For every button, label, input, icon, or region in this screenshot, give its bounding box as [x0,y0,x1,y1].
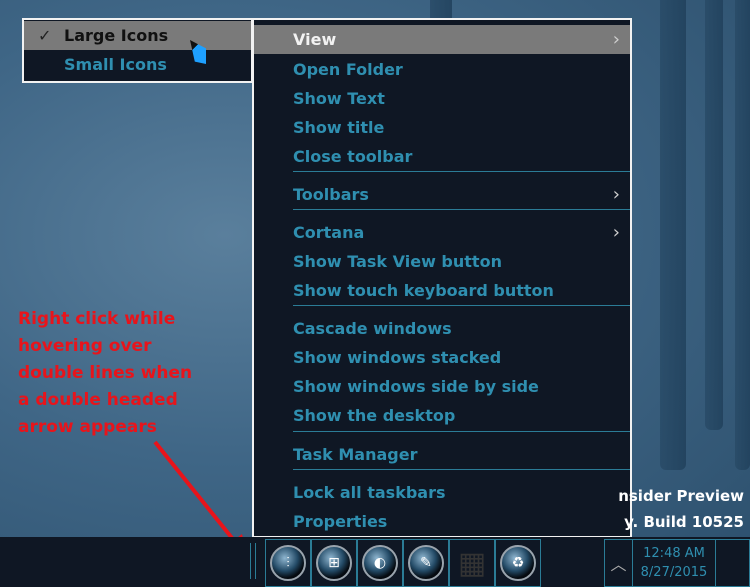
firefox-icon: ◐ [362,545,398,581]
edit-icon: ✎ [408,545,444,581]
show-hidden-icons-button[interactable]: ︿ [604,539,633,587]
taskbar-button-equalizer[interactable]: ⫶ [265,539,311,587]
blocks-icon: ▦ [457,545,487,581]
toolbar-resize-handle[interactable] [250,543,256,579]
equalizer-icon: ⫶ [270,545,306,581]
clock-time: 12:48 AM [643,546,705,561]
clock-button[interactable]: 12:48 AM 8/27/2015 [632,539,716,587]
taskbar-button-windows[interactable]: ⊞ [311,539,357,587]
show-desktop-button[interactable] [715,539,750,587]
taskbar: ⫶ ⊞ ◐ ✎ ▦ ♻ ︿ 12:48 AM 8/27/2015 [0,537,750,587]
chevron-up-icon: ︿ [610,555,627,574]
recycle-bin-icon: ♻ [500,545,536,581]
taskbar-button-blocks[interactable]: ▦ [449,539,495,587]
clock-date: 8/27/2015 [640,565,708,580]
watermark-line1: nsider Preview [618,487,744,505]
taskbar-button-recycle-bin[interactable]: ♻ [495,539,541,587]
windows-icon: ⊞ [316,545,352,581]
taskbar-button-edit[interactable]: ✎ [403,539,449,587]
taskbar-button-firefox[interactable]: ◐ [357,539,403,587]
watermark-line2: y. Build 10525 [624,513,744,531]
